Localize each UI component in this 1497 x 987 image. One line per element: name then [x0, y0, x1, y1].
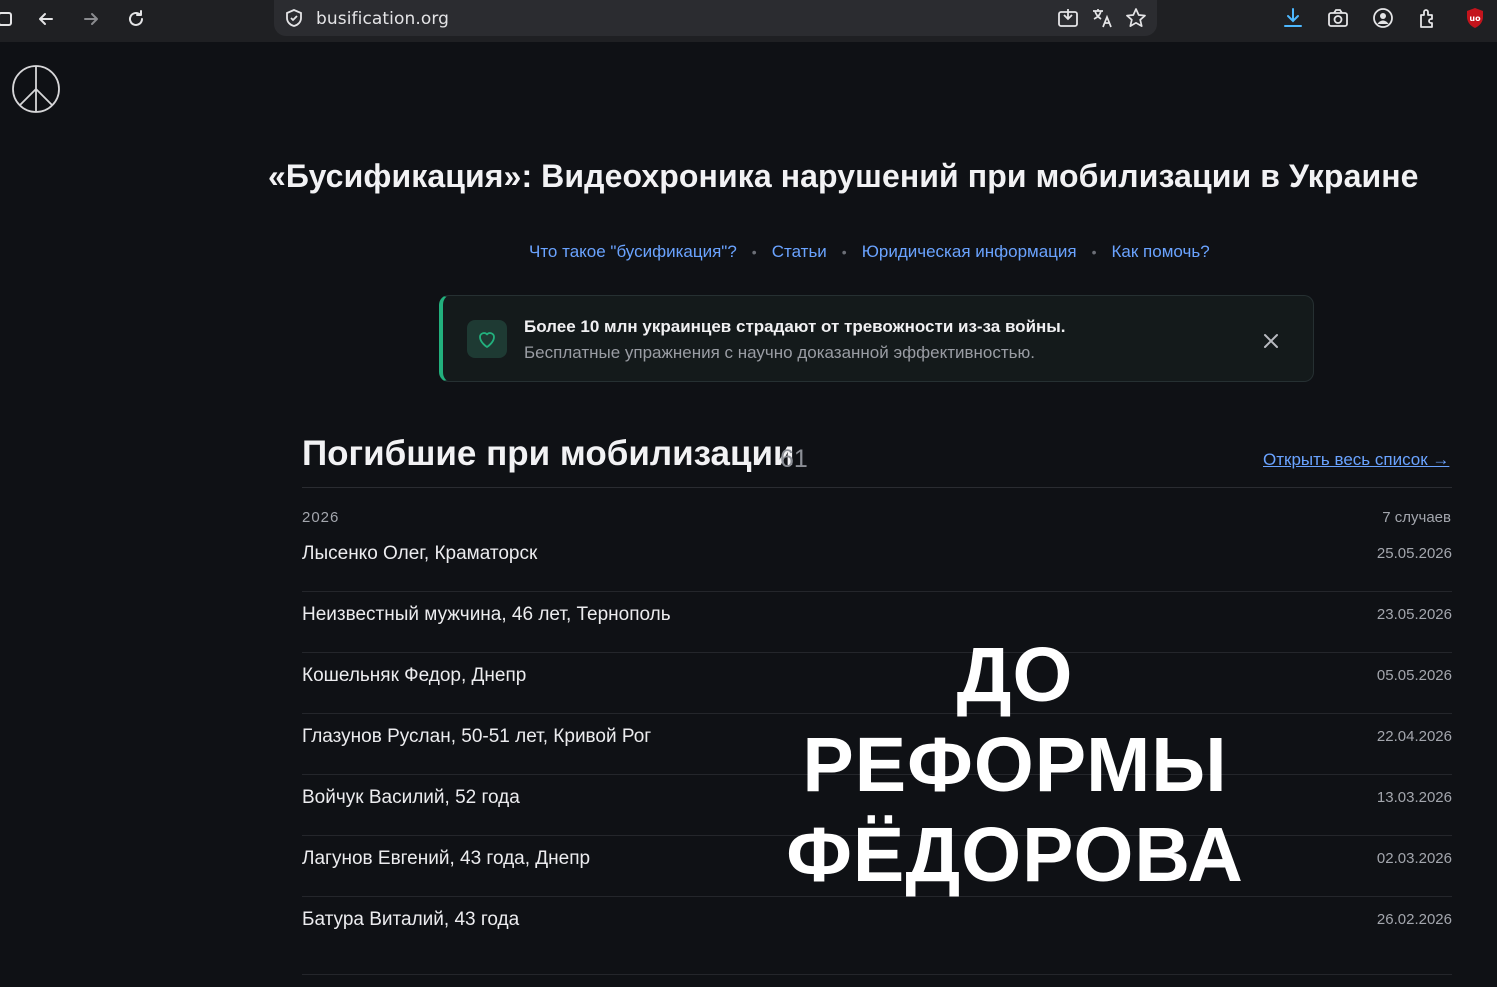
victim-date: 23.05.2026 — [1376, 606, 1452, 623]
browser-toolbar: busification.org uo — [0, 0, 1497, 42]
nav-separator: • — [841, 244, 847, 260]
close-icon[interactable] — [1261, 331, 1281, 351]
bookmark-star-icon[interactable] — [1125, 7, 1147, 29]
install-app-icon[interactable] — [1057, 7, 1079, 29]
heart-icon — [479, 332, 495, 348]
screenshot-camera-icon[interactable] — [1326, 6, 1350, 30]
forward-button[interactable] — [78, 6, 104, 32]
victim-date: 13.03.2026 — [1376, 789, 1452, 806]
year-label: 2026 — [302, 509, 340, 526]
overlay-line: ДО — [956, 632, 1074, 718]
divider — [302, 487, 1452, 488]
open-full-list-link[interactable]: Открыть весь список → — [1263, 450, 1449, 470]
overlay-caption: ДО РЕФОРМЫ ФЁДОРОВА — [760, 630, 1270, 900]
list-item[interactable]: Батура Виталий, 43 года 26.02.2026 — [302, 897, 1452, 975]
victim-date: 26.02.2026 — [1376, 911, 1452, 928]
section-count: 61 — [780, 445, 808, 473]
downloads-icon[interactable] — [1281, 6, 1305, 30]
victim-date: 02.03.2026 — [1376, 850, 1452, 867]
victim-date: 22.04.2026 — [1376, 728, 1452, 745]
victim-name[interactable]: Глазунов Руслан, 50-51 лет, Кривой Рог — [302, 726, 651, 748]
victim-name[interactable]: Кошельняк Федор, Днепр — [302, 665, 526, 687]
translate-icon[interactable] — [1091, 7, 1113, 29]
ublock-icon[interactable]: uo — [1463, 6, 1487, 30]
victim-name[interactable]: Лысенко Олег, Краматорск — [302, 543, 537, 565]
heart-icon-box — [467, 320, 507, 358]
peace-logo-icon[interactable] — [11, 64, 61, 114]
overlay-line: ФЁДОРОВА — [786, 812, 1244, 898]
site-security-icon[interactable] — [284, 8, 304, 28]
nav-separator: • — [751, 244, 757, 260]
banner-title: Более 10 млн украинцев страдают от трево… — [524, 317, 1066, 336]
extensions-puzzle-icon[interactable] — [1416, 6, 1440, 30]
reload-button[interactable] — [123, 6, 149, 32]
victim-name[interactable]: Войчук Василий, 52 года — [302, 787, 520, 809]
profile-icon[interactable] — [1371, 6, 1395, 30]
list-item[interactable]: Лысенко Олег, Краматорск 25.05.2026 — [302, 531, 1452, 592]
victim-name[interactable]: Лагунов Евгений, 43 года, Днепр — [302, 848, 590, 870]
page-title: «Бусификация»: Видеохроника нарушений пр… — [268, 158, 1419, 194]
back-button[interactable] — [33, 6, 59, 32]
victim-name[interactable]: Батура Виталий, 43 года — [302, 909, 519, 931]
victim-name[interactable]: Неизвестный мужчина, 46 лет, Тернополь — [302, 604, 671, 626]
cases-count: 7 случаев — [1382, 509, 1451, 526]
url-text[interactable]: busification.org — [316, 9, 449, 29]
sidebar-toggle-icon[interactable] — [0, 6, 20, 32]
victim-date: 05.05.2026 — [1376, 667, 1452, 684]
address-bar[interactable]: busification.org — [274, 0, 1157, 36]
banner-subtitle: Бесплатные упражнения с научно доказанно… — [524, 343, 1035, 362]
victim-date: 25.05.2026 — [1376, 545, 1452, 562]
nav-link-articles[interactable]: Статьи — [772, 242, 827, 262]
nav-link-what-is-busification[interactable]: Что такое "бусификация"? — [529, 242, 737, 262]
nav-separator: • — [1091, 244, 1097, 260]
nav-link-legal-info[interactable]: Юридическая информация — [862, 242, 1077, 262]
section-title: Погибшие при мобилизации — [302, 434, 795, 473]
top-navigation: Что такое "бусификация"? • Статьи • Юрид… — [529, 242, 1210, 262]
anxiety-help-banner[interactable]: Более 10 млн украинцев страдают от трево… — [439, 295, 1314, 382]
overlay-line: РЕФОРМЫ — [802, 722, 1228, 808]
nav-link-how-to-help[interactable]: Как помочь? — [1112, 242, 1210, 262]
svg-text:uo: uo — [1469, 14, 1481, 23]
